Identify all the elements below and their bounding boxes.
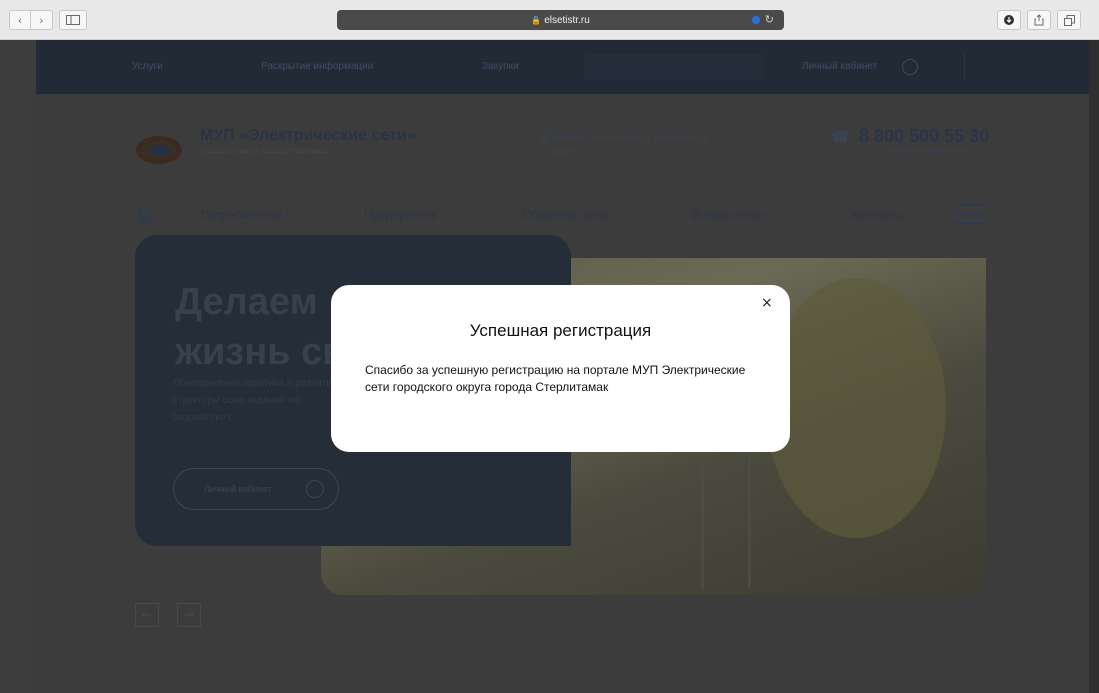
tabs-button[interactable] xyxy=(1057,10,1081,30)
browser-toolbar: ‹ › 🔒 elsetistr.ru ↻ xyxy=(0,0,1099,40)
download-button[interactable] xyxy=(997,10,1021,30)
company-logo[interactable] xyxy=(135,135,183,165)
home-icon[interactable] xyxy=(135,203,157,225)
download-icon xyxy=(1004,15,1014,25)
url-text: elsetistr.ru xyxy=(544,14,590,26)
address-line: 453126 г. Стерлитамак, ул. Шарбаняна 1а xyxy=(553,133,709,142)
hero-tower xyxy=(701,448,751,588)
topbar-divider xyxy=(964,54,965,80)
slider-next-button[interactable]: → xyxy=(177,603,201,627)
topbar-link[interactable]: Услуги xyxy=(132,61,163,72)
hero-title-line: Делаем xyxy=(175,281,318,323)
address-text: 453126 г. Стерлитамак, ул. Шарбаняна 1а … xyxy=(553,131,793,159)
phone-icon: ☎ xyxy=(831,128,850,146)
phone-subtitle: единый контактный центр xyxy=(889,148,974,155)
topbar-link[interactable]: Закупки xyxy=(482,61,518,72)
org-subtitle: Городского округа города Стерлитамак xyxy=(200,148,327,155)
forward-button[interactable]: › xyxy=(31,10,53,30)
cabinet-link[interactable]: Личный кабинет xyxy=(802,61,877,72)
menu-burger-icon[interactable] xyxy=(954,204,986,226)
registration-success-modal: × Успешная регистрация Спасибо за успешн… xyxy=(331,285,790,452)
site-topbar: Услуги Раскрытие информации Закупки Личн… xyxy=(36,40,1089,94)
org-name: МУП «Электрические сети» xyxy=(200,127,416,144)
modal-title: Успешная регистрация xyxy=(469,321,652,340)
location-icon: ◎ xyxy=(539,129,550,143)
reload-icon[interactable]: ↻ xyxy=(765,13,774,26)
address-extra: адрес xyxy=(553,147,576,156)
user-icon[interactable] xyxy=(902,59,918,75)
hero-tree xyxy=(766,278,946,538)
hero-title-line: жизнь св xyxy=(175,331,346,373)
chevron-right-icon: › xyxy=(39,13,44,27)
cabinet-button-label: Личный кабинет xyxy=(204,484,272,494)
menu-item[interactable]: Контакты xyxy=(851,208,903,222)
hero-text: Повседневная практика п развитие структу… xyxy=(173,378,338,423)
arrow-icon xyxy=(306,480,324,498)
sidebar-icon xyxy=(66,15,80,25)
sidebar-toggle-button[interactable] xyxy=(59,10,87,30)
hero-title: Делаем жизнь св xyxy=(175,277,346,377)
search-input[interactable] xyxy=(584,54,764,80)
close-icon[interactable]: × xyxy=(761,295,773,311)
extension-icon[interactable] xyxy=(752,16,760,24)
cabinet-button[interactable]: Личный кабинет xyxy=(173,468,339,510)
address-bar[interactable]: 🔒 elsetistr.ru ↻ xyxy=(337,10,784,30)
phone-number[interactable]: 8 800 500 55 30 xyxy=(859,126,989,147)
menu-item[interactable]: Предприятие xyxy=(364,208,438,222)
history-nav: ‹ › xyxy=(9,10,53,30)
share-icon xyxy=(1034,14,1044,26)
modal-text: Спасибо за успешную регистрацию на порта… xyxy=(365,363,746,394)
share-button[interactable] xyxy=(1027,10,1051,30)
menu-item[interactable]: Вопрос-ответ xyxy=(692,208,766,222)
topbar-link[interactable]: Раскрытие информации xyxy=(261,61,373,72)
tabs-icon xyxy=(1063,14,1075,26)
scrollbar[interactable] xyxy=(1089,40,1099,693)
menu-item[interactable]: Обратная связь xyxy=(522,208,610,222)
slider-prev-button[interactable]: ← xyxy=(135,603,159,627)
lock-icon: 🔒 xyxy=(531,15,542,25)
chevron-left-icon: ‹ xyxy=(17,13,23,27)
toolbar-actions xyxy=(997,10,1081,30)
back-button[interactable]: ‹ xyxy=(9,10,31,30)
menu-item[interactable]: Потребителям xyxy=(201,208,282,222)
